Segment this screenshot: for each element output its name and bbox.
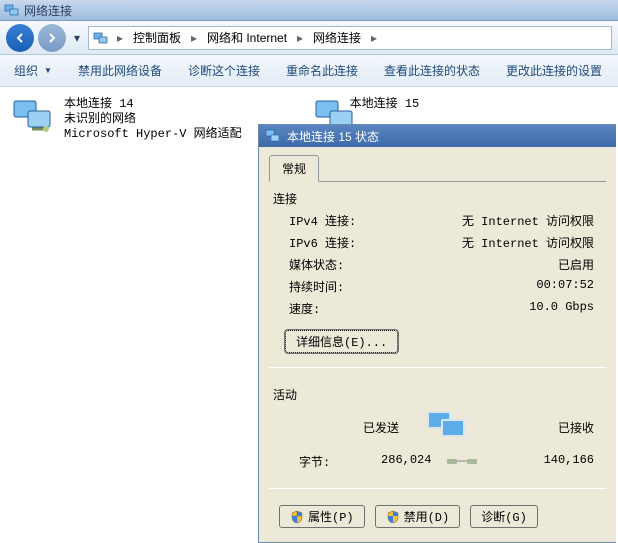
info-row-media: 媒体状态: 已启用	[289, 256, 606, 273]
nav-toolbar: ▾ ▸ 控制面板 ▸ 网络和 Internet ▸ 网络连接 ▸	[0, 21, 618, 55]
details-button-label: 详细信息(E)...	[296, 333, 387, 350]
properties-button[interactable]: 属性(P)	[279, 505, 365, 528]
bytes-label: 字节:	[299, 453, 330, 470]
ipv4-label: IPv4 连接:	[289, 212, 409, 229]
chevron-down-icon: ▼	[44, 66, 52, 75]
activity-icon	[422, 411, 492, 443]
breadcrumb-sep-icon[interactable]: ▸	[293, 28, 307, 48]
dialog-button-row: 属性(P) 禁用(D) 诊断(G)	[269, 497, 606, 532]
nav-forward-button[interactable]	[38, 24, 66, 52]
media-value: 已启用	[409, 256, 606, 273]
connection-item[interactable]: 本地连接 14 未识别的网络 Microsoft Hyper-V 网络适配	[10, 97, 242, 142]
breadcrumb[interactable]: ▸ 控制面板 ▸ 网络和 Internet ▸ 网络连接 ▸	[88, 26, 612, 50]
status-dialog: 本地连接 15 状态 常规 连接 IPv4 连接: 无 Internet 访问权…	[258, 124, 616, 543]
duration-value: 00:07:52	[409, 278, 606, 295]
bytes-row: 字节: 286,024 140,166	[269, 447, 606, 476]
info-row-ipv4: IPv4 连接: 无 Internet 访问权限	[289, 212, 606, 229]
dialog-title: 本地连接 15 状态	[287, 128, 379, 145]
change-settings-button[interactable]: 更改此连接的设置	[502, 58, 606, 83]
network-folder-icon	[93, 30, 109, 46]
divider	[269, 488, 606, 489]
sent-label: 已发送	[299, 419, 399, 436]
bytes-recv-value: 140,166	[494, 453, 594, 470]
connection-device: Microsoft Hyper-V 网络适配	[64, 127, 242, 142]
breadcrumb-item[interactable]: 网络和 Internet	[203, 27, 291, 48]
connection-info: IPv4 连接: 无 Internet 访问权限 IPv6 连接: 无 Inte…	[269, 212, 606, 317]
shield-icon	[290, 510, 304, 524]
connection-name: 本地连接 14	[64, 97, 242, 112]
connection-status: 未识别的网络	[64, 112, 242, 127]
details-button[interactable]: 详细信息(E)...	[285, 330, 398, 353]
diagnose-label: 诊断这个连接	[188, 62, 260, 79]
view-status-button[interactable]: 查看此连接的状态	[380, 58, 484, 83]
organize-label: 组织	[14, 62, 38, 79]
command-toolbar: 组织 ▼ 禁用此网络设备 诊断这个连接 重命名此连接 查看此连接的状态 更改此连…	[0, 55, 618, 87]
bytes-sent-value: 286,024	[331, 453, 431, 470]
media-label: 媒体状态:	[289, 256, 409, 273]
activity-header-row: 已发送 已接收	[269, 407, 606, 447]
shield-icon	[386, 510, 400, 524]
viewstatus-label: 查看此连接的状态	[384, 62, 480, 79]
breadcrumb-sep-icon[interactable]: ▸	[187, 28, 201, 48]
change-label: 更改此连接的设置	[506, 62, 602, 79]
dialog-titlebar[interactable]: 本地连接 15 状态	[259, 125, 616, 147]
network-connections-icon	[4, 2, 20, 18]
nav-back-button[interactable]	[6, 24, 34, 52]
info-row-speed: 速度: 10.0 Gbps	[289, 300, 606, 317]
disable-button-label: 禁用(D)	[404, 508, 450, 525]
speed-value: 10.0 Gbps	[409, 300, 606, 317]
info-row-ipv6: IPv6 连接: 无 Internet 访问权限	[289, 234, 606, 251]
network-adapter-icon	[265, 128, 281, 144]
ipv6-value: 无 Internet 访问权限	[409, 234, 606, 251]
tab-general[interactable]: 常规	[269, 155, 319, 182]
rename-button[interactable]: 重命名此连接	[282, 58, 362, 83]
organize-menu[interactable]: 组织 ▼	[10, 58, 56, 83]
tab-bar: 常规	[269, 155, 606, 182]
ipv6-label: IPv6 连接:	[289, 234, 409, 251]
breadcrumb-sep-icon[interactable]: ▸	[113, 28, 127, 48]
breadcrumb-item[interactable]: 控制面板	[129, 27, 185, 48]
duration-label: 持续时间:	[289, 278, 409, 295]
tab-label: 常规	[282, 162, 306, 176]
network-adapter-icon	[10, 97, 58, 137]
speed-label: 速度:	[289, 300, 409, 317]
breadcrumb-item[interactable]: 网络连接	[309, 27, 365, 48]
connection-text: 本地连接 14 未识别的网络 Microsoft Hyper-V 网络适配	[64, 97, 242, 142]
connection-section-label: 连接	[273, 190, 606, 207]
connection-name: 本地连接 15	[350, 97, 420, 112]
rename-label: 重命名此连接	[286, 62, 358, 79]
diagnose-button[interactable]: 诊断(G)	[470, 505, 538, 528]
nav-history-dropdown[interactable]: ▾	[70, 24, 84, 52]
divider	[269, 367, 606, 368]
disable-device-button[interactable]: 禁用此网络设备	[74, 58, 166, 83]
dialog-body: 常规 连接 IPv4 连接: 无 Internet 访问权限 IPv6 连接: …	[259, 147, 616, 542]
recv-label: 已接收	[514, 419, 594, 436]
disable-button[interactable]: 禁用(D)	[375, 505, 461, 528]
info-row-duration: 持续时间: 00:07:52	[289, 278, 606, 295]
activity-section-label: 活动	[273, 386, 606, 403]
window-titlebar: 网络连接	[0, 0, 618, 21]
ipv4-value: 无 Internet 访问权限	[409, 212, 606, 229]
window-title: 网络连接	[24, 2, 72, 19]
activity-plug-icon	[433, 453, 493, 470]
diagnose-button-label: 诊断(G)	[481, 508, 527, 525]
properties-button-label: 属性(P)	[308, 508, 354, 525]
breadcrumb-sep-icon[interactable]: ▸	[367, 28, 381, 48]
disable-label: 禁用此网络设备	[78, 62, 162, 79]
diagnose-button[interactable]: 诊断这个连接	[184, 58, 264, 83]
